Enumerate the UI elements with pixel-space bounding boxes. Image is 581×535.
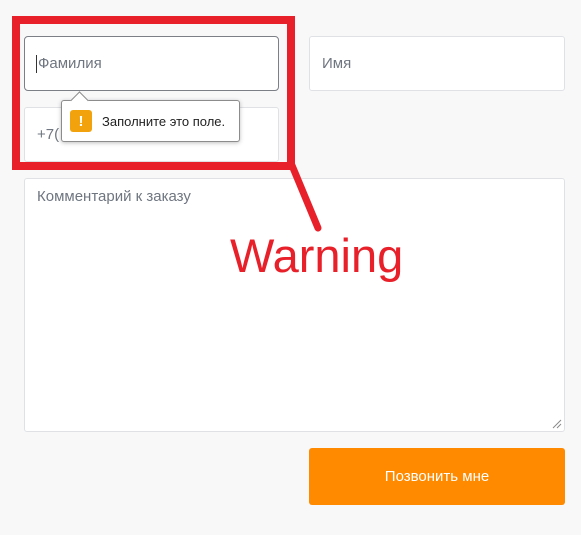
- phone-value: +7(: [37, 126, 60, 143]
- lastname-field[interactable]: Фамилия: [24, 36, 279, 91]
- lastname-placeholder: Фамилия: [38, 55, 102, 72]
- comment-placeholder: Комментарий к заказу: [37, 188, 191, 205]
- firstname-placeholder: Имя: [322, 55, 352, 72]
- tooltip-arrow: [70, 91, 89, 110]
- order-form-page: Фамилия Имя +7( Комментарий к заказу ! З…: [0, 0, 581, 535]
- exclamation-warning-icon: !: [70, 110, 92, 132]
- firstname-field[interactable]: Имя: [309, 36, 565, 91]
- validation-message: Заполните это поле.: [102, 113, 226, 129]
- resize-grip-icon[interactable]: [552, 419, 562, 429]
- annotation-warning-label: Warning: [230, 229, 404, 282]
- call-me-button[interactable]: Позвонить мне: [309, 448, 565, 505]
- comment-textarea[interactable]: Комментарий к заказу: [24, 178, 565, 432]
- validation-tooltip: ! Заполните это поле.: [61, 91, 240, 142]
- text-caret: [36, 54, 37, 73]
